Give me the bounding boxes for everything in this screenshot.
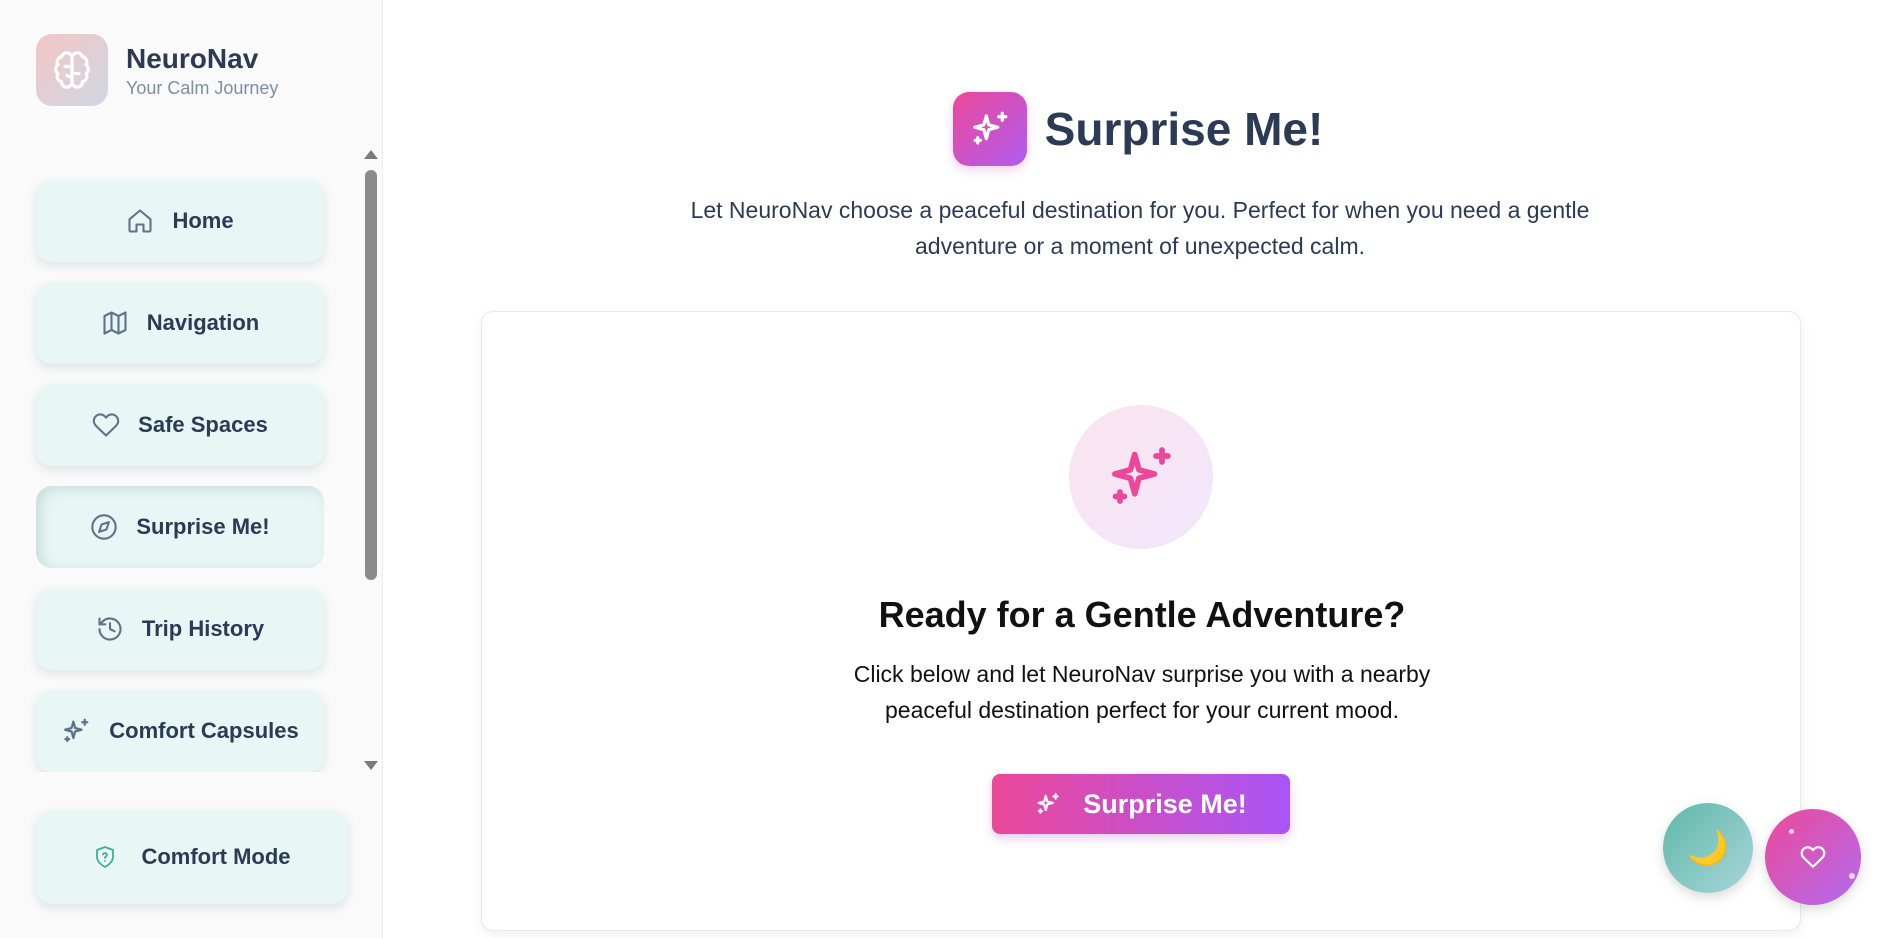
- sidebar-item-label: Home: [172, 208, 234, 233]
- sidebar-item-comfort-capsules[interactable]: Comfort Capsules: [36, 690, 324, 772]
- sidebar-item-label: Surprise Me!: [136, 514, 270, 539]
- brand-tagline: Your Calm Journey: [126, 77, 279, 98]
- sparkles-icon: [952, 92, 1027, 166]
- surprise-me-button-label: Surprise Me!: [1083, 788, 1247, 819]
- sidebar-item-label: Comfort Capsules: [109, 718, 299, 743]
- surprise-card: Ready for a Gentle Adventure? Click belo…: [481, 311, 1801, 931]
- sidebar-item-navigation[interactable]: Navigation: [36, 282, 324, 364]
- comfort-mode-label: Comfort Mode: [141, 844, 291, 869]
- sparkles-icon: [61, 716, 91, 746]
- sidebar-item-trip-history[interactable]: Trip History: [36, 588, 324, 670]
- sidebar: NeuroNav Your Calm Journey Home Navigati…: [0, 0, 383, 938]
- sidebar-item-label: Trip History: [141, 616, 265, 641]
- card-title: Ready for a Gentle Adventure?: [878, 594, 1406, 635]
- sparkles-icon: [1069, 405, 1213, 549]
- sidebar-item-safe-spaces[interactable]: Safe Spaces: [36, 384, 324, 466]
- sparkles-icon: [1035, 791, 1061, 817]
- scroll-down-arrow[interactable]: [364, 761, 378, 770]
- scroll-up-arrow[interactable]: [364, 150, 378, 159]
- history-icon: [96, 615, 124, 643]
- map-icon: [101, 309, 129, 337]
- scroll-thumb[interactable]: [365, 170, 377, 580]
- wellbeing-button[interactable]: [1765, 809, 1861, 905]
- dark-mode-button[interactable]: 🌙: [1663, 803, 1753, 893]
- heart-icon: [1800, 844, 1826, 870]
- page-title: Surprise Me!: [1044, 103, 1324, 155]
- page-header: Surprise Me!: [384, 92, 1892, 166]
- card-description: Click below and let NeuroNav surprise yo…: [853, 661, 1431, 723]
- brand-name: NeuroNav: [126, 42, 259, 74]
- sidebar-nav: Home Navigation Safe Spaces Surprise Me!: [0, 146, 383, 772]
- heart-icon: [92, 411, 120, 439]
- brain-icon: [36, 34, 108, 106]
- sidebar-item-home[interactable]: Home: [36, 180, 324, 262]
- comfort-mode-button[interactable]: Comfort Mode: [36, 810, 348, 904]
- sparkle-dot: [1849, 873, 1855, 879]
- brand[interactable]: NeuroNav Your Calm Journey: [36, 34, 278, 106]
- sidebar-item-label: Safe Spaces: [138, 412, 268, 437]
- sidebar-scrollbar[interactable]: [362, 146, 380, 772]
- shield-icon: [93, 845, 117, 869]
- surprise-me-button[interactable]: Surprise Me!: [992, 774, 1290, 834]
- page-description: Let NeuroNav choose a peaceful destinati…: [690, 197, 1590, 259]
- sidebar-item-label: Navigation: [146, 310, 260, 335]
- home-icon: [126, 207, 154, 235]
- compass-icon: [90, 513, 118, 541]
- sparkle-dot: [1789, 829, 1794, 834]
- moon-icon: 🌙: [1686, 828, 1730, 868]
- sidebar-item-surprise-me[interactable]: Surprise Me!: [36, 486, 324, 568]
